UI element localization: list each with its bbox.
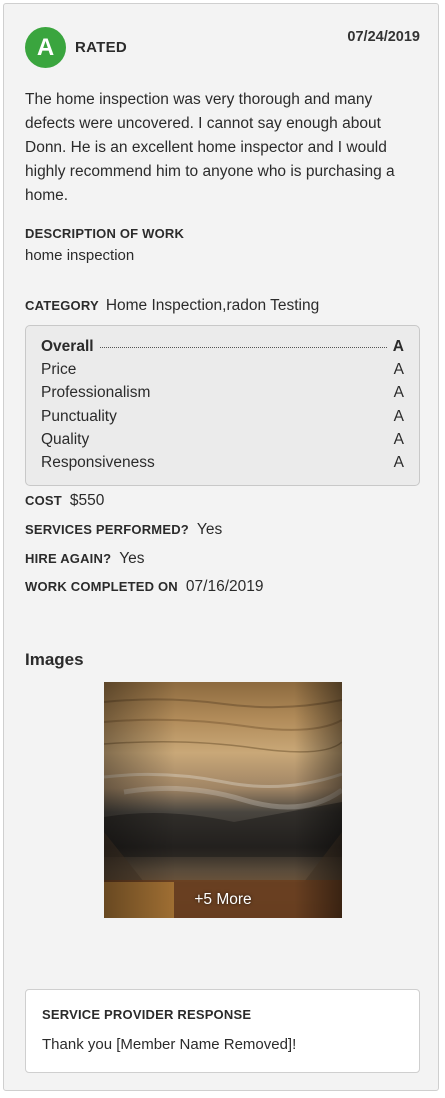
rating-dotted-leader	[99, 346, 387, 348]
rating-grade: A	[393, 407, 404, 425]
images-heading: Images	[25, 650, 84, 669]
hire-again-row: HIRE AGAIN? Yes	[25, 550, 145, 568]
cost-label: COST	[25, 493, 62, 508]
review-date: 07/24/2019	[347, 29, 420, 45]
rating-name: Price	[41, 361, 77, 379]
hire-again-label: HIRE AGAIN?	[25, 551, 112, 566]
more-images-label[interactable]: +5 More	[104, 891, 342, 909]
response-label: SERVICE PROVIDER RESPONSE	[42, 1007, 252, 1022]
rating-row-professionalism: Professionalism A	[41, 384, 404, 407]
rating-name: Punctuality	[41, 407, 117, 425]
rating-grade: A	[393, 430, 404, 448]
category-row: CATEGORY Home Inspection,radon Testing	[25, 297, 319, 315]
cost-row: COST $550	[25, 492, 104, 510]
rating-grade: A	[392, 338, 404, 355]
grade-badge: A	[25, 27, 66, 68]
work-completed-value: 07/16/2019	[185, 578, 264, 595]
rating-name: Quality	[41, 430, 90, 448]
work-completed-row: WORK COMPLETED ON 07/16/2019	[25, 578, 263, 596]
rating-grade: A	[393, 453, 404, 471]
service-provider-response: SERVICE PROVIDER RESPONSE Thank you [Mem…	[25, 989, 420, 1073]
review-header: A RATED 07/24/2019	[25, 27, 420, 69]
rating-row-price: Price A	[41, 361, 404, 384]
services-performed-value: Yes	[196, 521, 223, 538]
rating-grade: A	[393, 361, 404, 379]
rating-name: Responsiveness	[41, 453, 155, 471]
rating-row-responsiveness: Responsiveness A	[41, 454, 404, 477]
review-image-thumbnail[interactable]: +5 More	[104, 682, 342, 918]
rated-label: RATED	[75, 39, 128, 56]
rating-row-overall: Overall A	[41, 338, 404, 361]
rating-name: Professionalism	[41, 384, 151, 402]
services-performed-label: SERVICES PERFORMED?	[25, 522, 189, 537]
description-value: home inspection	[25, 247, 135, 264]
cost-value: $550	[69, 492, 105, 509]
category-label: CATEGORY	[25, 298, 99, 313]
services-performed-row: SERVICES PERFORMED? Yes	[25, 521, 222, 539]
rating-row-quality: Quality A	[41, 431, 404, 454]
ratings-box: Overall A Price A Professionalism A Punc…	[25, 325, 420, 486]
response-text: Thank you [Member Name Removed]!	[42, 1036, 297, 1053]
rating-row-punctuality: Punctuality A	[41, 408, 404, 431]
wood-beam-photo	[104, 682, 342, 918]
category-value: Home Inspection,radon Testing	[105, 297, 320, 314]
rating-name: Overall	[41, 338, 94, 355]
hire-again-value: Yes	[119, 550, 145, 567]
description-label: DESCRIPTION OF WORK	[25, 226, 185, 241]
review-card: A RATED 07/24/2019 The home inspection w…	[3, 3, 439, 1091]
description-of-work: DESCRIPTION OF WORK home inspection	[25, 226, 184, 264]
review-text: The home inspection was very thorough an…	[25, 91, 395, 204]
rating-grade: A	[393, 384, 404, 402]
work-completed-label: WORK COMPLETED ON	[25, 579, 178, 594]
